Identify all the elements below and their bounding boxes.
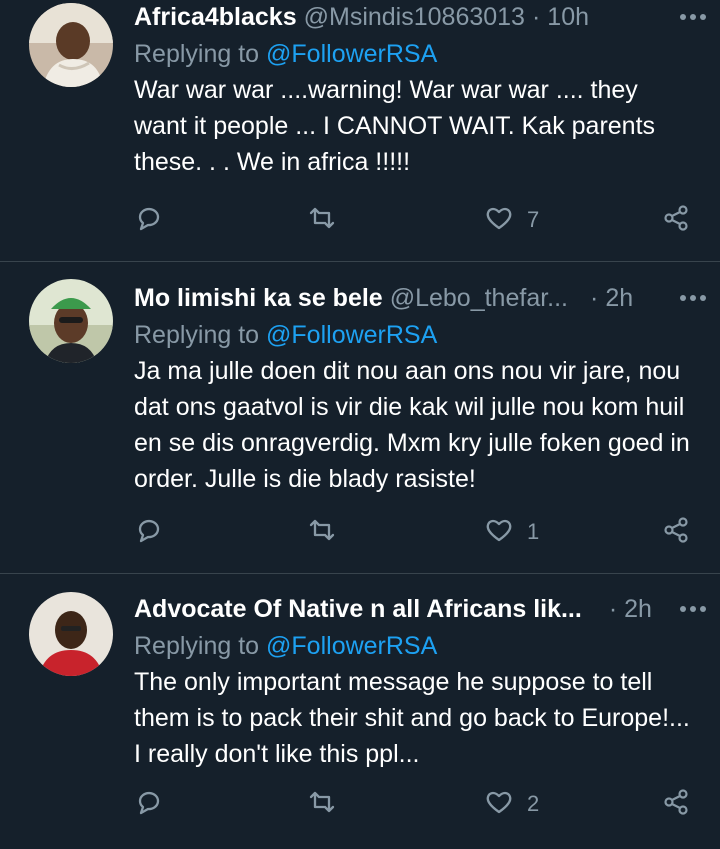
tweet-actions: 7	[0, 200, 720, 240]
timestamp[interactable]: 2h	[605, 281, 633, 315]
like-button[interactable]: 1	[485, 512, 539, 552]
reply-button[interactable]	[135, 512, 163, 552]
share-button[interactable]	[662, 200, 690, 240]
separator-dot: ·	[590, 284, 599, 312]
replying-prefix: Replying to	[134, 40, 260, 68]
like-count: 1	[527, 519, 540, 544]
reply-button[interactable]	[135, 200, 163, 240]
mention-link[interactable]: @FollowerRSA	[266, 40, 437, 68]
tweet-text: War war war ....warning! War war war ...…	[134, 76, 656, 176]
user-handle[interactable]: @Lebo_thefar...	[390, 281, 568, 315]
share-icon	[662, 204, 690, 237]
heart-icon	[485, 204, 513, 237]
mention-link[interactable]: @FollowerRSA	[266, 321, 437, 349]
display-name[interactable]: Africa4blacks	[134, 0, 297, 34]
replying-prefix: Replying to	[134, 321, 260, 349]
separator-dot: ·	[608, 595, 618, 623]
replying-to: Replying to @FollowerRSA	[134, 628, 700, 664]
retweet-button[interactable]	[308, 200, 336, 240]
tweet-actions: 2	[0, 784, 720, 824]
retweet-icon	[308, 516, 336, 549]
more-dots-icon[interactable]	[676, 6, 710, 28]
avatar[interactable]	[29, 3, 113, 87]
user-handle[interactable]: @Msindis10863013	[304, 0, 525, 34]
avatar[interactable]	[29, 592, 113, 676]
reply-button[interactable]	[135, 784, 163, 824]
tweet[interactable]: Mo limishi ka se bele @Lebo_thefar... · …	[0, 262, 720, 574]
heart-icon	[485, 788, 513, 821]
tweet[interactable]: Africa4blacks @Msindis10863013 · 10h Rep…	[0, 0, 720, 262]
like-count: 7	[527, 207, 540, 232]
retweet-button[interactable]	[308, 784, 336, 824]
mention-link[interactable]: @FollowerRSA	[266, 632, 437, 660]
tweet[interactable]: Advocate Of Native n all Africans lik...…	[0, 574, 720, 849]
comment-icon	[135, 788, 163, 821]
like-count: 2	[527, 791, 540, 816]
like-button[interactable]: 2	[485, 784, 539, 824]
retweet-button[interactable]	[308, 512, 336, 552]
share-button[interactable]	[662, 512, 690, 552]
tweet-text: Ja ma julle doen dit nou aan ons nou vir…	[134, 357, 690, 493]
tweet-actions: 1	[0, 512, 720, 552]
comment-icon	[135, 204, 163, 237]
separator-dot: ·	[531, 3, 541, 31]
tweet-text: The only important message he suppose to…	[134, 668, 690, 768]
heart-icon	[485, 516, 513, 549]
share-button[interactable]	[662, 784, 690, 824]
comment-icon	[135, 516, 163, 549]
timestamp[interactable]: 10h	[547, 0, 589, 34]
display-name[interactable]: Advocate Of Native n all Africans lik...	[134, 592, 582, 626]
more-dots-icon[interactable]	[676, 598, 710, 620]
replying-to: Replying to @FollowerRSA	[134, 317, 700, 353]
share-icon	[662, 788, 690, 821]
avatar[interactable]	[29, 279, 113, 363]
replying-prefix: Replying to	[134, 632, 260, 660]
retweet-icon	[308, 204, 336, 237]
display-name[interactable]: Mo limishi ka se bele	[134, 281, 383, 315]
retweet-icon	[308, 788, 336, 821]
more-dots-icon[interactable]	[676, 287, 710, 309]
replying-to: Replying to @FollowerRSA	[134, 36, 700, 72]
like-button[interactable]: 7	[485, 200, 539, 240]
share-icon	[662, 516, 690, 549]
timestamp[interactable]: 2h	[624, 592, 652, 626]
